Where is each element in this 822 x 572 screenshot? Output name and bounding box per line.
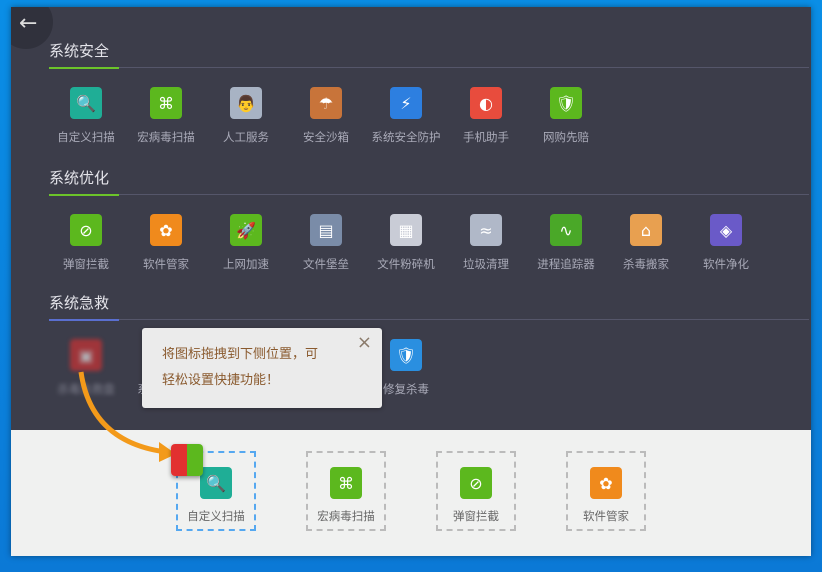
- tool-label: 自定义扫描: [57, 130, 115, 144]
- tool-icon: ⌘: [150, 87, 182, 119]
- tool-label: 手机助手: [463, 130, 509, 144]
- tool-label: 上网加速: [223, 257, 269, 271]
- tool-item[interactable]: ☂ 安全沙箱: [286, 87, 366, 145]
- tool-item[interactable]: ⚡ 系统安全防护: [366, 87, 446, 145]
- back-button[interactable]: ←: [11, 7, 53, 49]
- tool-icon: ⊘: [70, 214, 102, 246]
- tooltip-text-line1: 将图标拖拽到下侧位置，可: [162, 347, 319, 362]
- tool-label: 垃圾清理: [463, 257, 509, 271]
- tool-icon: ☂: [310, 87, 342, 119]
- tool-icon: ⌂: [630, 214, 662, 246]
- section-title: 系统急救: [49, 294, 110, 312]
- tool-item[interactable]: 🔍 自定义扫描: [46, 87, 126, 145]
- shortcut-label: 弹窗拦截: [453, 509, 499, 523]
- shortcut-label: 宏病毒扫描: [317, 509, 375, 523]
- shortcut-icon: 🔍: [200, 467, 232, 499]
- dragging-icon: [171, 444, 203, 476]
- tool-icon: 🛡: [390, 339, 422, 371]
- tool-label: 文件堡垒: [303, 257, 349, 271]
- shortcut-label: 自定义扫描: [187, 509, 245, 523]
- shortcut-slot[interactable]: ⌘ 宏病毒扫描: [306, 451, 386, 531]
- tool-label: 宏病毒扫描: [137, 130, 195, 144]
- tool-icon: ≈: [470, 214, 502, 246]
- tool-label: 弹窗拦截: [63, 257, 109, 271]
- tool-label: 系统安全防护: [371, 130, 441, 144]
- tool-item[interactable]: ◐ 手机助手: [446, 87, 526, 145]
- shortcut-icon: ⊘: [460, 467, 492, 499]
- tool-item[interactable]: ≈ 垃圾清理: [446, 214, 526, 272]
- tool-item[interactable]: 👨 人工服务: [206, 87, 286, 145]
- tool-item[interactable]: 🚀 上网加速: [206, 214, 286, 272]
- drag-hint-tooltip: 将图标拖拽到下侧位置，可 轻松设置快捷功能！ ×: [142, 328, 382, 408]
- tool-icon: 🛡: [550, 87, 582, 119]
- tool-icon: ▤: [310, 214, 342, 246]
- tool-label: 文件粉碎机: [377, 257, 435, 271]
- tool-label: 人工服务: [223, 130, 269, 144]
- tool-icon: ◐: [470, 87, 502, 119]
- tool-item[interactable]: ◈ 软件净化: [686, 214, 766, 272]
- tool-item[interactable]: ▦ 文件粉碎机: [366, 214, 446, 272]
- section-title: 系统安全: [49, 42, 110, 60]
- tool-icon: 🔍: [70, 87, 102, 119]
- shortcut-icon: ⌘: [330, 467, 362, 499]
- close-icon[interactable]: ×: [357, 330, 372, 356]
- tool-icon: ◈: [710, 214, 742, 246]
- tool-item[interactable]: 🛡 网购先赔: [526, 87, 606, 145]
- arrow-left-icon: ←: [19, 11, 38, 36]
- tool-label: 软件净化: [703, 257, 749, 271]
- section-divider: [49, 194, 809, 196]
- tool-icon: 👨: [230, 87, 262, 119]
- tool-item[interactable]: ∿ 进程追踪器: [526, 214, 606, 272]
- shortcut-icon: ✿: [590, 467, 622, 499]
- main-window: ← 系统安全 🔍 自定义扫描 ⌘ 宏病毒扫描 👨 人工服务 ☂ 安全沙箱 ⚡ 系…: [11, 7, 811, 556]
- shortcut-slot[interactable]: ✿ 软件管家: [566, 451, 646, 531]
- tool-icon: 🚀: [230, 214, 262, 246]
- tool-icon: ⚡: [390, 87, 422, 119]
- tool-item[interactable]: ⌂ 杀毒搬家: [606, 214, 686, 272]
- tool-label: 网购先赔: [543, 130, 589, 144]
- tool-item[interactable]: ⌘ 宏病毒扫描: [126, 87, 206, 145]
- section-divider: [49, 67, 809, 69]
- tool-icon: ∿: [550, 214, 582, 246]
- tool-label: 杀毒搬家: [623, 257, 669, 271]
- tool-item[interactable]: ⊘ 弹窗拦截: [46, 214, 126, 272]
- tool-icon: ✿: [150, 214, 182, 246]
- tool-label: 进程追踪器: [537, 257, 595, 271]
- section-title: 系统优化: [49, 169, 110, 187]
- tooltip-text-line2: 轻松设置快捷功能！: [162, 373, 280, 388]
- tool-label: 软件管家: [143, 257, 189, 271]
- tool-icon: ▦: [390, 214, 422, 246]
- tool-item[interactable]: ✿ 软件管家: [126, 214, 206, 272]
- shortcut-label: 软件管家: [583, 509, 629, 523]
- shortcut-slot[interactable]: ⊘ 弹窗拦截: [436, 451, 516, 531]
- tool-label: 安全沙箱: [303, 130, 349, 144]
- section-divider: [49, 319, 809, 321]
- tool-item[interactable]: ▤ 文件堡垒: [286, 214, 366, 272]
